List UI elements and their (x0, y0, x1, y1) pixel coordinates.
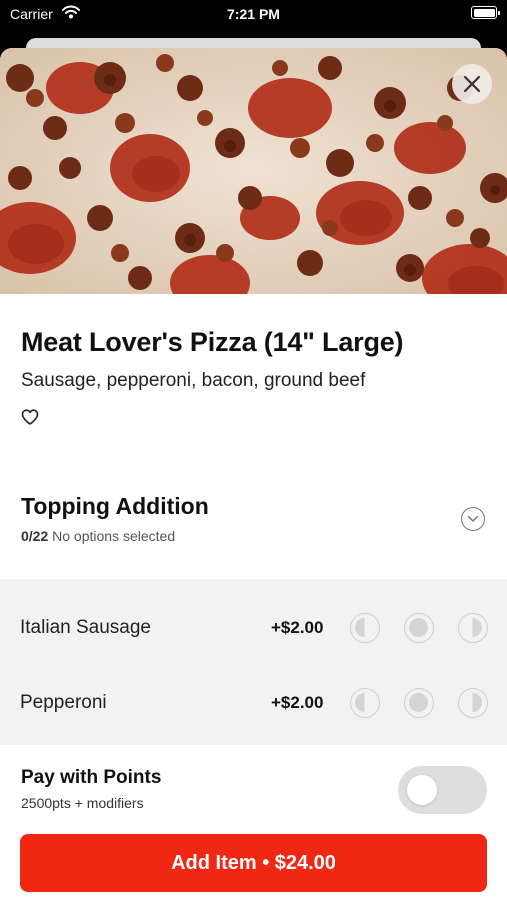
topping-options-list: Italian Sausage +$2.00 Pepperoni +$2.00 (0, 579, 507, 745)
whole-icon[interactable] (404, 613, 434, 643)
clock: 7:21 PM (227, 6, 280, 22)
topping-price: +$2.00 (271, 693, 324, 712)
left-half-icon[interactable] (350, 613, 380, 643)
topping-selection-status: 0/22 No options selected (21, 528, 175, 544)
status-bar: Carrier 7:21 PM (0, 0, 507, 28)
topping-count: 0/22 (21, 528, 49, 544)
topping-label: Italian Sausage (20, 617, 151, 638)
pay-with-points-subtitle: 2500pts + modifiers (21, 795, 144, 811)
close-button[interactable] (452, 64, 492, 104)
item-description: Sausage, pepperoni, bacon, ground beef (21, 370, 366, 391)
topping-status-text: No options selected (52, 528, 176, 544)
pay-with-points-toggle[interactable] (398, 766, 487, 814)
topping-price: +$2.00 (271, 618, 324, 637)
pizza-photo (0, 48, 507, 294)
pay-with-points-title: Pay with Points (21, 767, 162, 788)
heart-outline-icon[interactable] (21, 409, 39, 430)
item-detail-sheet: Meat Lover's Pizza (14" Large) Sausage, … (0, 48, 507, 900)
left-half-icon[interactable] (350, 688, 380, 718)
topping-section-title: Topping Addition (21, 493, 209, 519)
whole-icon[interactable] (404, 688, 434, 718)
toggle-knob (407, 775, 437, 805)
right-half-icon[interactable] (458, 688, 488, 718)
item-title: Meat Lover's Pizza (14" Large) (21, 327, 404, 357)
battery-icon (471, 6, 500, 19)
add-item-button[interactable]: Add Item • $24.00 (20, 834, 487, 892)
topping-label: Pepperoni (20, 692, 107, 713)
right-half-icon[interactable] (458, 613, 488, 643)
close-icon (463, 75, 481, 93)
topping-row[interactable]: Pepperoni +$2.00 (0, 668, 507, 728)
chevron-down-circle-icon[interactable] (461, 507, 485, 531)
topping-row[interactable]: Italian Sausage +$2.00 (0, 593, 507, 653)
